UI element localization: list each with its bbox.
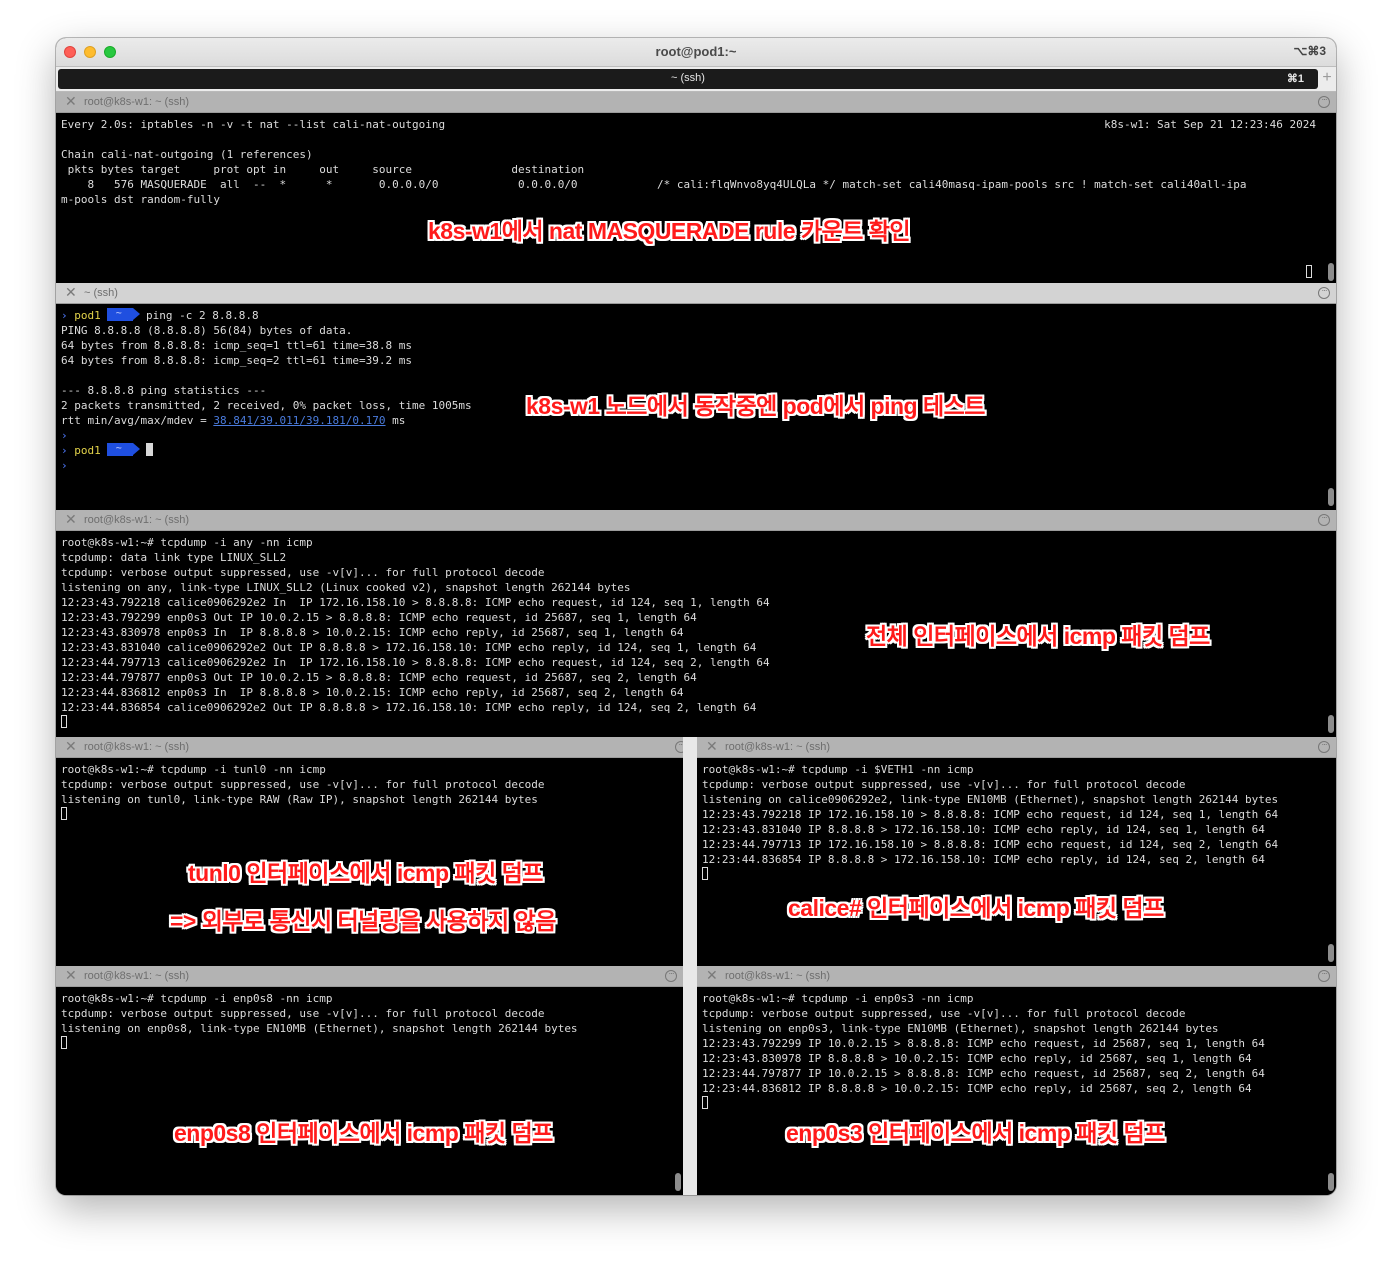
pane-terminal-output[interactable]: root@k8s-w1:~# tcpdump -i $VETH1 -nn icm… (697, 758, 1336, 965)
pane-iptables[interactable]: ✕ root@k8s-w1: ~ (ssh) ··· Every 2.0s: i… (56, 92, 1336, 282)
ping-command: ping -c 2 8.8.8.8 (146, 309, 259, 322)
pane-title: ~ (ssh) (84, 287, 118, 299)
terminal-window: root@pod1:~ ⌥⌘3 ~ (ssh) ⌘1 + ✕ root@k8s-… (56, 38, 1336, 1195)
prompt-arrow-icon: › (61, 309, 68, 322)
pane-terminal-output[interactable]: root@k8s-w1:~# tcpdump -i enp0s3 -nn icm… (697, 987, 1336, 1195)
terminal-text: root@k8s-w1:~# tcpdump -i enp0s3 -nn icm… (697, 987, 1336, 1115)
terminal-text: root@k8s-w1:~# tcpdump -i $VETH1 -nn icm… (697, 758, 1336, 886)
tab-ssh[interactable]: ~ (ssh) ⌘1 (58, 69, 1318, 89)
annotation-veth: calice# 인터페이스에서 icmp 패킷 덤프 (788, 895, 1164, 921)
more-options-icon[interactable]: ··· (1318, 970, 1330, 982)
pane-terminal-output[interactable]: Every 2.0s: iptables -n -v -t nat --list… (56, 113, 1336, 282)
pane-tcpdump-enp0s3[interactable]: ✕ root@k8s-w1: ~ (ssh) ··· root@k8s-w1:~… (697, 966, 1336, 1195)
cursor (1306, 265, 1312, 278)
pane-tcpdump-enp0s8[interactable]: ✕ root@k8s-w1: ~ (ssh) ··· root@k8s-w1:~… (56, 966, 683, 1195)
close-icon[interactable]: ✕ (65, 967, 77, 984)
annotation-enp0s8: enp0s8 인터페이스에서 icmp 패킷 덤프 (174, 1120, 553, 1146)
cursor (61, 807, 67, 820)
pane-title: root@k8s-w1: ~ (ssh) (725, 970, 830, 982)
annotation-tcpdump-any: 전체 인터페이스에서 icmp 패킷 덤프 (866, 623, 1210, 649)
terminal-text: root@k8s-w1:~# tcpdump -i enp0s8 -nn icm… (56, 987, 683, 1055)
scrollbar[interactable] (1328, 944, 1334, 962)
scrollbar[interactable] (675, 1173, 681, 1191)
pane-header: ✕ root@k8s-w1: ~ (ssh) ··· (56, 966, 683, 987)
prompt-directory-segment: ~ (106, 308, 140, 321)
pane-header: ✕ root@k8s-w1: ~ (ssh) ··· (697, 966, 1336, 987)
pane-header: ✕ root@k8s-w1: ~ (ssh) ··· (56, 510, 1336, 531)
prompt-arrow-icon: › (61, 459, 68, 472)
cursor (702, 867, 708, 880)
cursor (702, 1096, 708, 1109)
annotation-tunl0-note: => 외부로 통신시 터널링을 사용하지 않음 (170, 908, 556, 934)
pane-title: root@k8s-w1: ~ (ssh) (84, 96, 189, 108)
scrollbar[interactable] (1328, 488, 1334, 506)
annotation-enp0s3: enp0s3 인터페이스에서 icmp 패킷 덤프 (786, 1120, 1165, 1146)
watch-timestamp: k8s-w1: Sat Sep 21 12:23:46 2024 (1104, 118, 1316, 131)
more-options-icon[interactable]: ··· (665, 970, 677, 982)
cursor (61, 715, 67, 728)
terminal-text: root@k8s-w1:~# tcpdump -i tunl0 -nn icmp… (56, 758, 693, 826)
scrollbar[interactable] (1328, 715, 1334, 733)
pane-tcpdump-veth[interactable]: ✕ root@k8s-w1: ~ (ssh) ··· root@k8s-w1:~… (697, 737, 1336, 965)
pane-title: root@k8s-w1: ~ (ssh) (84, 514, 189, 526)
prompt-directory-segment: ~ (106, 443, 140, 456)
close-icon[interactable]: ✕ (65, 284, 77, 301)
tab-bar: ~ (ssh) ⌘1 + (56, 67, 1336, 92)
rtt-values-link[interactable]: 38.841/39.011/39.181/0.170 (213, 414, 385, 427)
pane-header: ✕ root@k8s-w1: ~ (ssh) ··· (697, 737, 1336, 758)
close-icon[interactable]: ✕ (65, 93, 77, 110)
prompt-host: pod1 (74, 444, 101, 457)
more-options-icon[interactable]: ··· (1318, 741, 1330, 753)
scrollbar[interactable] (1328, 263, 1334, 281)
pane-title: root@k8s-w1: ~ (ssh) (84, 970, 189, 982)
close-icon[interactable]: ✕ (65, 738, 77, 755)
cursor (146, 443, 153, 456)
pane-terminal-output[interactable]: root@k8s-w1:~# tcpdump -i enp0s8 -nn icm… (56, 987, 683, 1195)
tab-label: ~ (ssh) (671, 72, 705, 84)
more-options-icon[interactable]: ··· (1318, 514, 1330, 526)
more-options-icon[interactable]: ··· (1318, 96, 1330, 108)
pane-header: ✕ root@k8s-w1: ~ (ssh) ··· (56, 737, 693, 758)
pane-header: ✕ ~ (ssh) ··· (56, 283, 1336, 304)
pane-title: root@k8s-w1: ~ (ssh) (725, 741, 830, 753)
annotation-iptables: k8s-w1에서 nat MASQUERADE rule 카운트 확인 (428, 218, 911, 244)
scrollbar[interactable] (1328, 1173, 1334, 1191)
split-divider[interactable] (683, 737, 697, 1195)
annotation-tunl0: tunl0 인터페이스에서 icmp 패킷 덤프 (188, 860, 543, 886)
pane-title: root@k8s-w1: ~ (ssh) (84, 741, 189, 753)
cursor (61, 1036, 67, 1049)
new-tab-button[interactable]: + (1320, 68, 1334, 88)
close-icon[interactable]: ✕ (706, 967, 718, 984)
more-options-icon[interactable]: ··· (1318, 287, 1330, 299)
tab-shortcut: ⌘1 (1286, 73, 1304, 85)
pane-header: ✕ root@k8s-w1: ~ (ssh) ··· (56, 92, 1336, 113)
close-icon[interactable]: ✕ (706, 738, 718, 755)
window-title: root@pod1:~ (655, 44, 737, 59)
annotation-ping: k8s-w1 노드에서 동작중엔 pod에서 ping 테스트 (526, 393, 985, 419)
prompt-arrow-icon: › (61, 444, 68, 457)
title-bar: root@pod1:~ ⌥⌘3 (56, 38, 1336, 67)
window-shortcut: ⌥⌘3 (1293, 44, 1326, 58)
prompt-host: pod1 (74, 309, 101, 322)
prompt-arrow-icon: › (61, 429, 68, 442)
close-icon[interactable]: ✕ (65, 511, 77, 528)
